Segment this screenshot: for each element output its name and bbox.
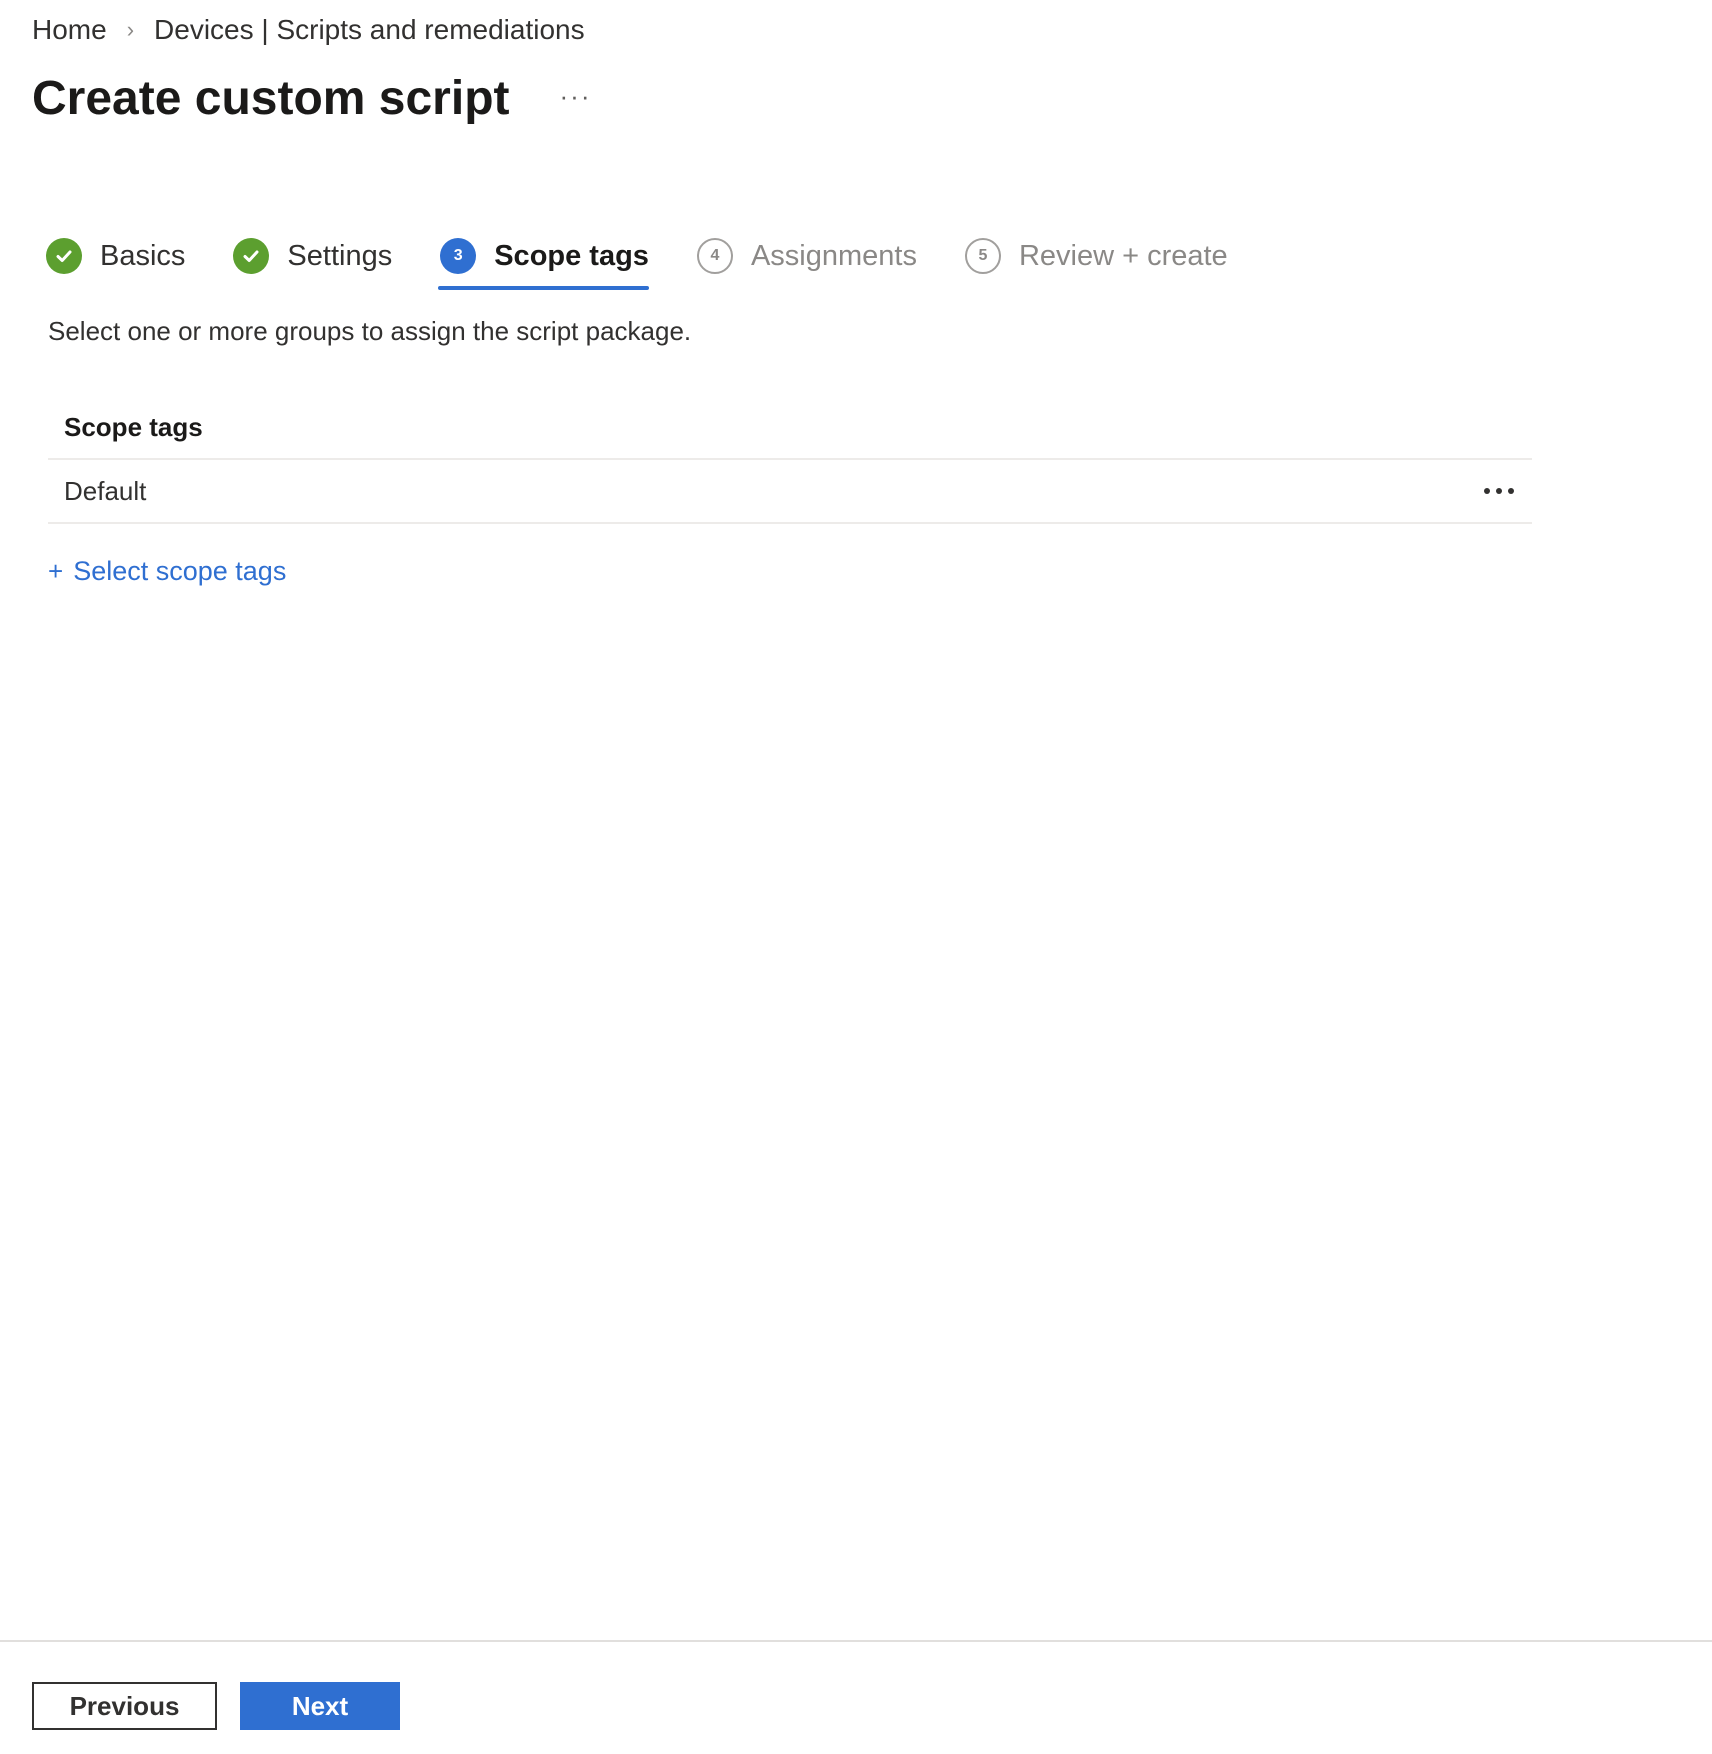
step-label: Settings <box>287 239 393 272</box>
table-header: Scope tags <box>48 396 1532 460</box>
step-number-badge: 4 <box>696 238 733 274</box>
step-assignments[interactable]: 4 Assignments <box>696 226 917 286</box>
column-header-scope-tags: Scope tags <box>64 411 203 442</box>
breadcrumb-devices-scripts[interactable]: Devices | Scripts and remediations <box>154 14 585 46</box>
title-row: Create custom script ··· <box>32 68 591 128</box>
page-title: Create custom script <box>32 71 510 125</box>
step-review-create[interactable]: 5 Review + create <box>964 226 1228 286</box>
row-more-actions-icon[interactable] <box>1478 480 1520 502</box>
select-scope-tags-label: Select scope tags <box>73 556 287 586</box>
breadcrumb: Home › Devices | Scripts and remediation… <box>32 12 585 48</box>
plus-icon: + <box>48 556 64 586</box>
select-scope-tags-link[interactable]: + Select scope tags <box>48 556 286 587</box>
next-button[interactable]: Next <box>240 1682 400 1730</box>
footer-divider <box>0 1640 1712 1642</box>
scope-tags-table: Scope tags Default <box>48 396 1532 524</box>
step-label: Assignments <box>750 239 917 272</box>
step-scope-tags[interactable]: 3 Scope tags <box>438 226 649 290</box>
wizard-steps: Basics Settings 3 Scope tags 4 Assignmen… <box>46 226 1276 290</box>
step-basics[interactable]: Basics <box>46 226 185 286</box>
more-options-icon[interactable]: ··· <box>560 81 592 112</box>
page: Home › Devices | Scripts and remediation… <box>0 0 1712 1754</box>
check-circle-icon <box>233 238 270 274</box>
scope-tag-name: Default <box>64 475 147 506</box>
step-number-badge: 3 <box>440 238 477 274</box>
step-settings[interactable]: Settings <box>233 226 392 286</box>
step-label: Review + create <box>1018 239 1228 272</box>
chevron-right-icon: › <box>126 17 135 42</box>
step-label: Basics <box>100 239 186 272</box>
breadcrumb-home[interactable]: Home <box>32 14 107 46</box>
previous-button[interactable]: Previous <box>32 1682 217 1730</box>
step-label: Scope tags <box>494 239 649 272</box>
check-circle-icon <box>46 238 82 274</box>
step-description: Select one or more groups to assign the … <box>48 316 692 346</box>
step-number-badge: 5 <box>964 238 1001 274</box>
table-row: Default <box>48 460 1532 524</box>
